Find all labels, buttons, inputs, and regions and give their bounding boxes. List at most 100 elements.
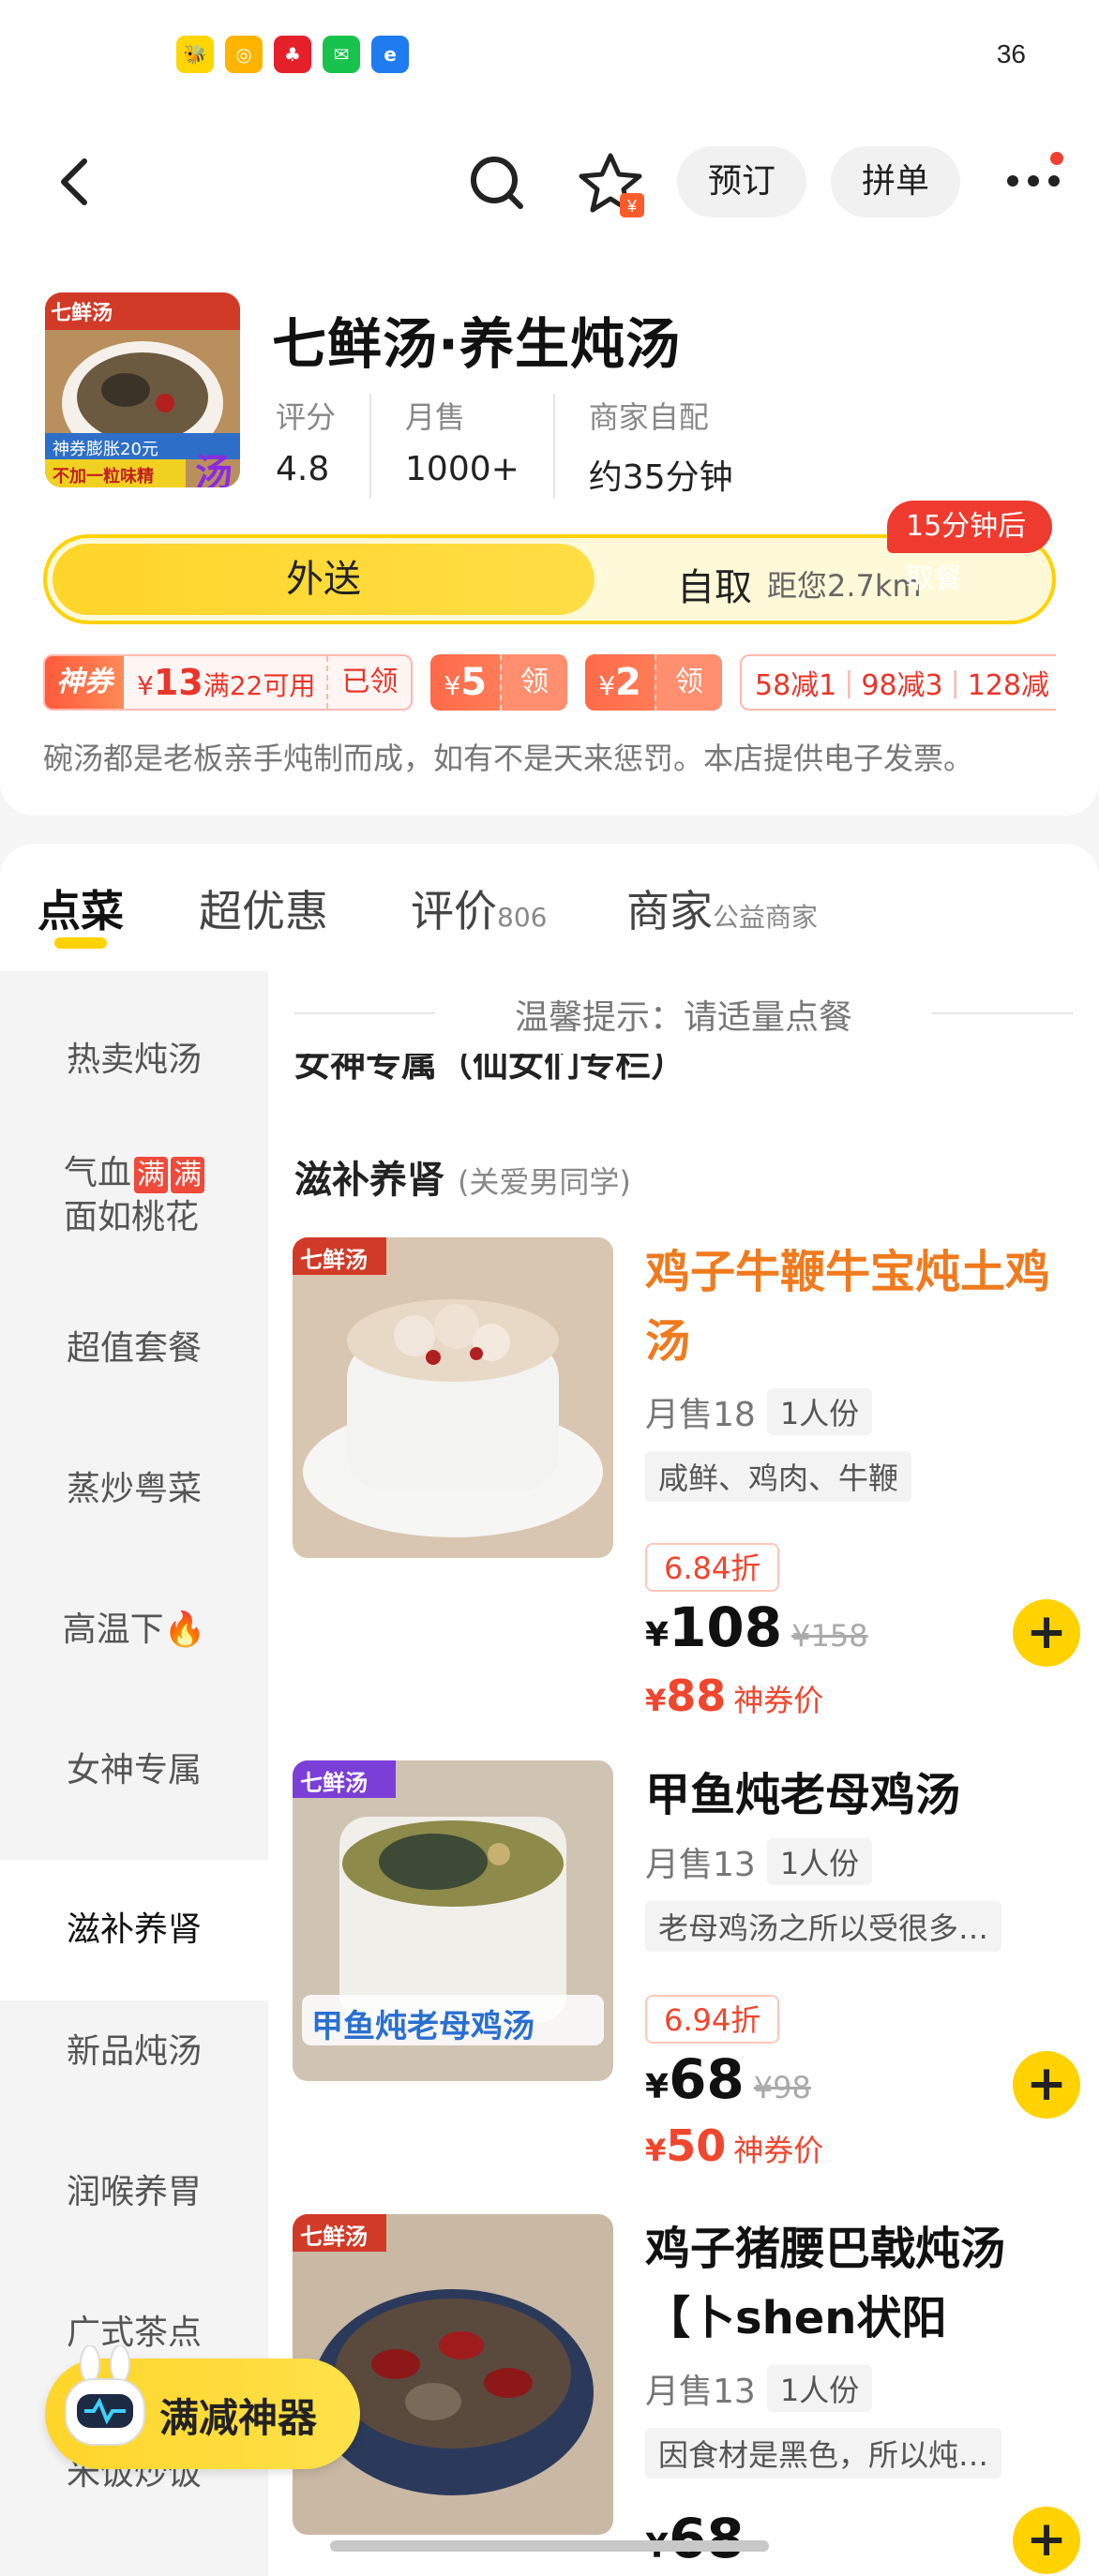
add-to-cart-button[interactable]: + [1013, 2507, 1080, 2574]
charity-merchant-label: 公益商家 [713, 902, 819, 933]
sidebar-item-cantonese[interactable]: 蒸炒粤菜 [0, 1438, 268, 1541]
logo-promo-text: 神券膨胀20元 [53, 440, 158, 459]
notification-dot [1050, 152, 1063, 165]
shop-coupon-5[interactable]: ¥5 领 [430, 654, 568, 711]
dish-card[interactable]: 七鲜汤 鸡子猪腰巴戟炖汤【卜shen状阳 月售13 1人份 因食材是黑色，所以炖…… [293, 2214, 1080, 2576]
dish-card[interactable]: 七鲜汤 甲鱼炖老母鸡汤 甲鱼炖老母鸡汤 月售13 1人份 老母鸡汤之所以受很多… … [293, 1760, 1080, 2201]
dish-brand-tag: 七鲜汤 [300, 1770, 368, 1796]
rating-value: 4.8 [276, 450, 330, 488]
category-sidebar: 热卖炖汤 气血满满 面如桃花 超值套餐 蒸炒粤菜 高温下🔥 女神专属 滋补养肾 … [0, 971, 268, 2576]
delivery-type-label: 商家自配 [588, 399, 709, 435]
top-navigation: ¥ 预订 拼单 [0, 112, 1099, 253]
tab-deals[interactable]: 超优惠 [199, 877, 328, 939]
dish-meta: 月售13 1人份 [645, 2364, 873, 2413]
discount-helper-button[interactable]: 满减神器 [45, 2345, 360, 2469]
logo-soup-glyph: 汤 [195, 452, 233, 487]
monthly-sales-stat: 月售 1000+ [405, 394, 555, 499]
delivery-time-stat: 商家自配 约35分钟 [589, 394, 767, 499]
dish-meta: 月售18 1人份 [645, 1387, 873, 1436]
full-reduction-1: 58减1 [754, 669, 837, 702]
shop-coupon-2[interactable]: ¥2 领 [585, 654, 722, 711]
status-indicator: 36 [996, 39, 1026, 68]
tab-reviews[interactable]: 评价806 [411, 877, 547, 939]
dish-name: 鸡子牛鞭牛宝炖土鸡汤 [645, 1246, 1051, 1368]
sidebar-item-nourish-kidney[interactable]: 滋补养肾 [0, 1860, 268, 2000]
dish-image-caption: 甲鱼炖老母鸡汤 [311, 2008, 534, 2045]
pickup-time-badge: 15分钟后取餐 [887, 501, 1052, 595]
god-coupon[interactable]: 神券 ¥13满22可用 已领 [43, 654, 414, 711]
sidebar-item-goddess[interactable]: 女神专属 [0, 1719, 268, 1822]
rating-label: 评分 [276, 399, 337, 435]
god-coupon-amount: ¥13满22可用 [137, 662, 316, 703]
menu-content: 温馨提示：请适量点餐 女神专属（仙女们专栏） 滋补养肾 (关爱男同学) 七鲜汤 … [268, 971, 1099, 2576]
god-coupon-status: 已领 [326, 656, 411, 709]
full-reduction-2: 98减3 [861, 669, 943, 702]
shop-stats: 评分 4.8 月售 1000+ 商家自配 约35分钟 [276, 394, 801, 499]
dish-brand-tag: 七鲜汤 [300, 2224, 368, 2250]
shop-logo[interactable]: 七鲜汤 神券膨胀20元 不加一粒味精 汤 [45, 292, 240, 487]
dish-description: 老母鸡汤之所以受很多… [645, 1901, 1002, 1952]
shop-tabs: 点菜 超优惠 评价806 商家公益商家 [0, 844, 1099, 971]
monthly-sales-label: 月售 [405, 399, 466, 435]
favorite-star-icon[interactable]: ¥ [577, 150, 652, 225]
monthly-sales-value: 1000+ [405, 450, 519, 488]
previous-category-title: 女神专属（仙女们专栏） [294, 1054, 687, 1082]
category-title: 滋补养肾 (关爱男同学) [294, 1159, 631, 1202]
tab-order[interactable]: 点菜 [38, 877, 124, 939]
sidebar-item-throat[interactable]: 润喉养胃 [0, 2141, 268, 2244]
dish-price: ¥108 ¥158 [645, 1595, 868, 1659]
coupon-price: ¥88 神券价 [645, 1670, 824, 1721]
sidebar-item-summer[interactable]: 高温下🔥 [0, 1579, 268, 1682]
sidebar-item-qixue[interactable]: 气血满满 面如桃花 [0, 1131, 268, 1262]
active-tab-underline [54, 937, 107, 949]
dish-price: ¥68 [645, 2507, 745, 2570]
more-options-icon[interactable] [1003, 167, 1063, 195]
search-icon[interactable] [466, 152, 528, 214]
sidebar-item-new-soup[interactable]: 新品炖汤 [0, 2000, 268, 2104]
god-coupon-tag: 神券 [45, 656, 124, 709]
ordering-tip: 温馨提示：请适量点餐 [514, 998, 852, 1037]
dish-name: 甲鱼炖老母鸡汤 [645, 1769, 961, 1821]
dish-description: 咸鲜、鸡肉、牛鞭 [645, 1451, 912, 1502]
dish-card[interactable]: 七鲜汤 鸡子牛鞭牛宝炖土鸡汤 月售18 1人份 咸鲜、鸡肉、牛鞭 6.84折 ¥1… [293, 1237, 1080, 1721]
status-bar: 🐝 ◎ ♣ ✉ e 36 [0, 0, 1099, 112]
tip-divider-right [932, 1012, 1073, 1014]
dish-brand-tag: 七鲜汤 [300, 1247, 368, 1273]
game-app-icon: ♣ [274, 36, 311, 73]
reserve-button[interactable]: 预订 [677, 146, 806, 217]
dish-image[interactable]: 七鲜汤 甲鱼炖老母鸡汤 [293, 1760, 613, 2081]
claim-coupon-5-button[interactable]: 领 [500, 654, 568, 711]
shop-notice: 碗汤都是老板亲手炖制而成，如有不是天来惩罚。本店提供电子发票。 [43, 741, 974, 776]
add-to-cart-button[interactable]: + [1013, 1599, 1080, 1667]
wechat-icon: ✉ [323, 36, 360, 73]
full-reduction-promo[interactable]: 58减1 | 98减3 | 128减 [739, 654, 1056, 711]
group-order-button[interactable]: 拼单 [831, 146, 960, 217]
discount-helper-label: 满减神器 [159, 2395, 318, 2441]
back-arrow-icon[interactable] [47, 154, 103, 210]
status-app-icons: 🐝 ◎ ♣ ✉ e [176, 36, 409, 73]
rating-stat[interactable]: 评分 4.8 [276, 394, 372, 499]
pickup-mode-tab[interactable]: 自取 [677, 557, 752, 611]
add-to-cart-button[interactable]: + [1013, 2051, 1080, 2119]
full-reduction-3: 128减 [967, 669, 1049, 702]
logo-brand-text: 七鲜汤 [51, 302, 113, 325]
delivery-time-value: 约35分钟 [588, 458, 733, 497]
delivery-mode-tab[interactable]: 外送 [53, 544, 595, 615]
weibo-icon: ◎ [225, 36, 263, 73]
robot-mascot-icon [65, 2345, 145, 2446]
sidebar-item-hot-soup[interactable]: 热卖炖汤 [0, 1009, 268, 1112]
tab-merchant[interactable]: 商家公益商家 [626, 877, 818, 939]
sidebar-item-value-set[interactable]: 超值套餐 [0, 1297, 268, 1400]
dish-price: ¥68 ¥98 [645, 2047, 811, 2111]
dish-meta: 月售13 1人份 [645, 1837, 873, 1886]
dish-description: 因食材是黑色，所以炖… [645, 2428, 1002, 2479]
discount-tag: 6.84折 [645, 1543, 780, 1592]
home-indicator[interactable] [330, 2540, 769, 2552]
dish-image[interactable]: 七鲜汤 [293, 1237, 613, 1558]
shop-coupon-5-amount: ¥5 [444, 661, 488, 704]
claim-coupon-2-button[interactable]: 领 [654, 654, 722, 711]
dish-name: 鸡子猪腰巴戟炖汤【卜shen状阳 [645, 2223, 1006, 2344]
delivery-mode-switch: 外送 自取 距您2.7km 15分钟后取餐 [43, 501, 1056, 624]
browser-icon: e [371, 36, 409, 73]
discount-tag: 6.94折 [645, 1995, 780, 2044]
